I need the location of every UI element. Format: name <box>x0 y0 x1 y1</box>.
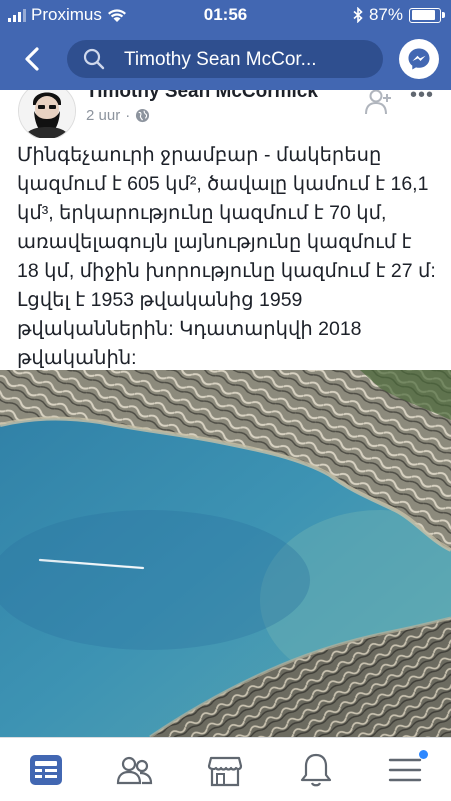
post-photo[interactable] <box>0 370 451 737</box>
battery-icon <box>409 7 445 23</box>
menu-notification-dot <box>419 750 428 759</box>
notifications-icon[interactable] <box>296 750 336 790</box>
add-friend-icon[interactable] <box>364 90 394 116</box>
messenger-button[interactable] <box>399 39 439 79</box>
search-field[interactable]: Timothy Sean McCor... <box>67 40 383 78</box>
avatar-portrait <box>19 90 75 138</box>
author-name[interactable]: Timothy Sean McCormick <box>86 90 318 103</box>
messenger-icon <box>408 48 430 70</box>
news-feed-icon[interactable] <box>26 750 66 790</box>
status-bar: Proximus 01:56 87% <box>0 0 451 30</box>
search-text: Timothy Sean McCor... <box>124 49 317 70</box>
globe-icon <box>136 108 150 123</box>
post-header: Timothy Sean McCormick 2 uur · ••• <box>0 90 451 138</box>
meta-separator: · <box>125 107 131 124</box>
more-options-icon[interactable]: ••• <box>410 90 434 107</box>
top-bar: Proximus 01:56 87% Timothy Sean McCor... <box>0 0 451 90</box>
battery-percent: 87% <box>368 5 403 24</box>
search-icon <box>83 48 105 70</box>
bluetooth-icon <box>353 7 363 23</box>
status-right: 87% <box>353 5 445 25</box>
nav-row: Timothy Sean McCor... <box>0 38 451 82</box>
author-avatar[interactable] <box>18 90 76 138</box>
post-meta: 2 uur · <box>86 107 150 124</box>
friends-icon[interactable] <box>115 750 155 790</box>
post-text: Մինգեչաուրի ջրամբար - մակերեսը կազմում է… <box>17 144 436 369</box>
post-time[interactable]: 2 uur <box>86 107 120 124</box>
bottom-tab-bar <box>0 737 451 801</box>
marketplace-icon[interactable] <box>205 750 245 790</box>
back-arrow-icon[interactable] <box>18 44 48 74</box>
